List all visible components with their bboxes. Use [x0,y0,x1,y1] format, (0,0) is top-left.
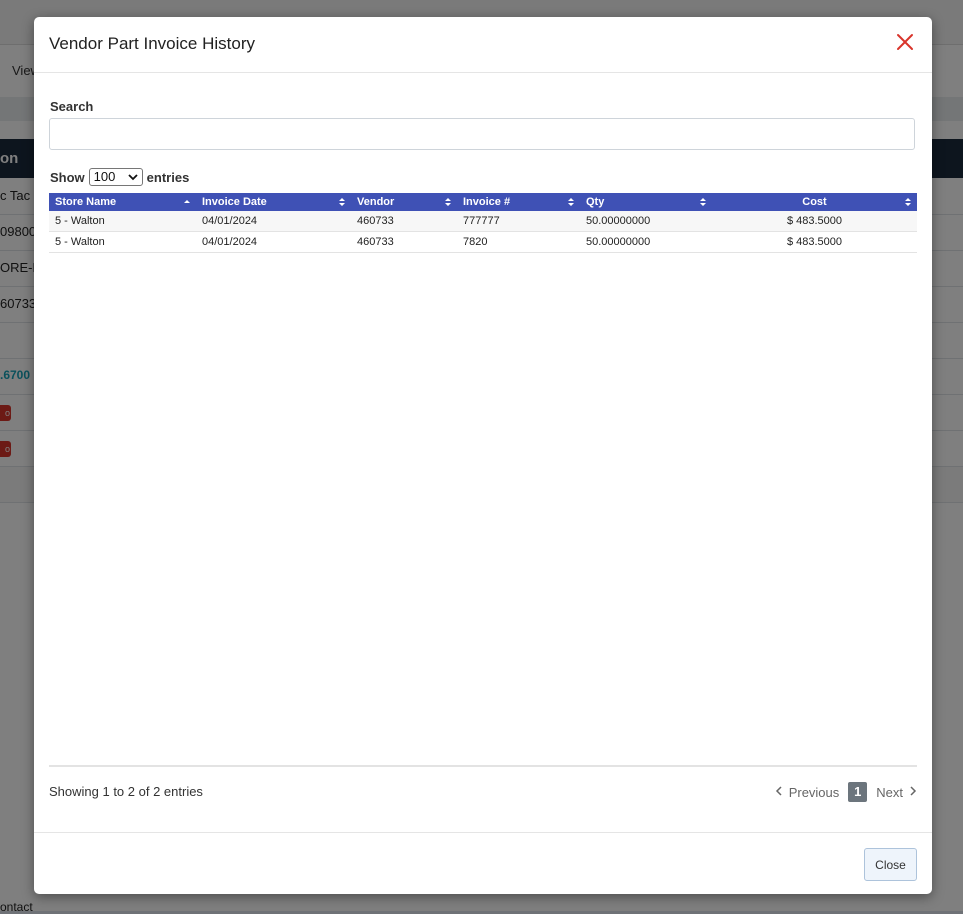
sort-asc-icon [183,197,191,210]
entries-length-control: Show 100 entries [50,167,189,187]
table-row: 5 - Walton 04/01/2024 460733 7820 50.000… [49,231,917,253]
cell-invoice-date: 04/01/2024 [196,211,351,232]
column-header-invoice-number[interactable]: Invoice # [457,193,580,211]
cell-invoice-number: 7820 [457,231,580,253]
sort-icon [444,197,452,210]
close-x-icon[interactable] [894,31,916,53]
next-label: Next [876,784,903,800]
modal-header: Vendor Part Invoice History [34,17,932,73]
cell-store-name: 5 - Walton [49,231,196,253]
modal-footer: Close [34,832,932,895]
sort-icon [567,197,575,210]
cell-store-name: 5 - Walton [49,211,196,232]
chevron-left-icon [775,785,783,800]
chevron-down-icon [127,170,139,188]
next-page-button[interactable]: Next [876,785,917,800]
entries-label: entries [146,169,190,185]
sort-icon [699,197,707,210]
search-input[interactable] [49,118,915,150]
previous-label: Previous [788,784,840,800]
cell-vendor: 460733 [351,211,457,232]
column-header-store-name[interactable]: Store Name [49,193,196,211]
close-button[interactable]: Close [864,848,917,881]
table-row: 5 - Walton 04/01/2024 460733 777777 50.0… [49,211,917,232]
entries-select[interactable]: 100 [88,168,143,188]
search-label: Search [50,99,94,114]
sort-icon [904,197,912,210]
chevron-right-icon [909,785,917,800]
modal-title: Vendor Part Invoice History [49,34,255,53]
cell-invoice-number: 777777 [457,211,580,232]
cell-vendor: 460733 [351,231,457,253]
column-header-invoice-date[interactable]: Invoice Date [196,193,351,211]
invoice-table: Store Name Invoice Date Vendor Invoice #… [49,193,917,253]
column-header-label: Invoice # [463,196,511,208]
column-header-label: Invoice Date [202,196,267,208]
entries-select-value: 100 [93,169,116,184]
table-bottom-divider [49,765,917,767]
pagination: Previous 1 Next [775,781,917,803]
column-header-cost[interactable]: Cost [712,193,917,211]
column-header-label: Vendor [357,196,395,208]
cell-cost: $ 483.5000 [712,231,917,253]
column-header-label: Qty [586,196,605,208]
column-header-qty[interactable]: Qty [580,193,712,211]
sort-icon [338,197,346,210]
table-info: Showing 1 to 2 of 2 entries [49,784,203,799]
page-1-button[interactable]: 1 [848,782,868,802]
column-header-label: Cost [802,196,827,208]
show-label: Show [50,169,85,185]
invoice-history-modal: Vendor Part Invoice History Search Show … [34,17,932,894]
table-header-row: Store Name Invoice Date Vendor Invoice #… [49,193,917,211]
cell-qty: 50.00000000 [580,211,712,232]
previous-page-button[interactable]: Previous [775,784,840,800]
cell-qty: 50.00000000 [580,231,712,253]
column-header-label: Store Name [55,196,117,208]
column-header-vendor[interactable]: Vendor [351,193,457,211]
cell-cost: $ 483.5000 [712,211,917,232]
cell-invoice-date: 04/01/2024 [196,231,351,253]
